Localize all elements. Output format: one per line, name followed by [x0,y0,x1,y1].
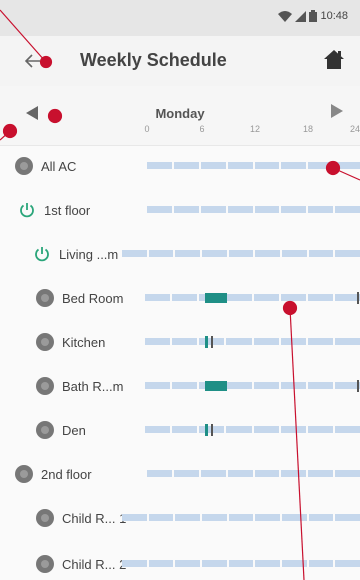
day-navigator: Monday 0 6 12 18 24 [0,86,360,146]
schedule-track[interactable] [145,379,360,392]
schedule-row-1st-floor[interactable]: 1st floor [0,188,360,232]
power-icon[interactable] [36,555,54,573]
schedule-block[interactable] [205,423,208,436]
power-icon[interactable] [18,201,36,219]
status-bar: 10:48 [0,0,360,36]
status-icons: 10:48 [278,10,348,22]
schedule-row-living-room[interactable]: Living ...m [0,232,360,276]
page-title: Weekly Schedule [80,50,227,70]
row-label: 1st floor [44,202,91,218]
schedule-track[interactable] [147,206,360,213]
status-time: 10:48 [320,10,348,22]
battery-icon [309,10,318,22]
schedule-marker [357,379,359,392]
row-label-container: Bath R...m [36,364,123,408]
row-label-container: Kitchen [36,320,105,364]
row-label-container: All AC [15,144,76,188]
schedule-row-bed-room[interactable]: Bed Room [0,276,360,320]
power-icon[interactable] [36,333,54,351]
next-day-button[interactable] [331,104,349,124]
schedule-track[interactable] [122,560,360,567]
power-icon[interactable] [36,421,54,439]
schedule-block[interactable] [205,292,227,303]
row-label-container: 1st floor [18,188,90,232]
power-icon[interactable] [36,377,54,395]
row-label: Bath R...m [62,378,124,394]
wifi-icon [278,10,293,22]
schedule-block[interactable] [205,335,208,348]
row-label-container: Living ...m [33,232,118,276]
schedule-block[interactable] [205,380,227,391]
schedule-track[interactable] [147,162,360,169]
schedule-row-child-room-1[interactable]: Child R... 1 [0,496,360,540]
schedule-track[interactable] [145,291,360,304]
row-label: Child R... 1 [62,510,127,526]
back-button[interactable] [20,48,46,74]
row-label-container: Child R... 2 [36,542,126,580]
row-label: Den [62,422,86,438]
tick-label: 12 [249,124,261,134]
schedule-row-den[interactable]: Den [0,408,360,452]
row-label: Living ...m [59,246,119,262]
home-icon [324,50,344,69]
tick-label: 24 [349,124,360,134]
schedule-track[interactable] [122,514,360,521]
signal-icon [295,10,307,22]
row-label: Child R... 2 [62,556,127,572]
triangle-right-icon [331,104,343,118]
home-button[interactable] [323,48,349,74]
tick-label: 0 [144,124,150,134]
row-label: All AC [41,158,77,174]
schedule-row-kitchen[interactable]: Kitchen [0,320,360,364]
row-label: 2nd floor [41,466,92,482]
row-label: Bed Room [62,290,124,306]
schedule-row-child-room-2[interactable]: Child R... 2 [0,542,360,580]
schedule-track[interactable] [147,470,360,477]
power-icon[interactable] [36,509,54,527]
row-label: Kitchen [62,334,106,350]
row-label-container: Den [36,408,86,452]
tick-label: 18 [302,124,314,134]
power-icon[interactable] [36,289,54,307]
row-label-container: Bed Room [36,276,123,320]
schedule-track[interactable] [122,250,360,257]
app-header: Weekly Schedule [0,36,360,86]
schedule-marker [211,335,213,348]
day-label: Monday [155,106,205,121]
schedule-row-all-ac[interactable]: All AC [0,144,360,188]
schedule-marker [211,423,213,436]
row-label-container: Child R... 1 [36,496,126,540]
row-label-container: 2nd floor [15,452,92,496]
schedule-row-bath-room[interactable]: Bath R...m [0,364,360,408]
power-icon[interactable] [15,465,33,483]
power-icon[interactable] [15,157,33,175]
schedule-marker [357,291,359,304]
power-icon[interactable] [33,245,51,263]
tick-label: 6 [199,124,205,134]
schedule-row-2nd-floor[interactable]: 2nd floor [0,452,360,496]
schedule-track[interactable] [145,423,360,436]
arrow-left-icon [25,54,40,68]
schedule-track[interactable] [145,335,360,348]
